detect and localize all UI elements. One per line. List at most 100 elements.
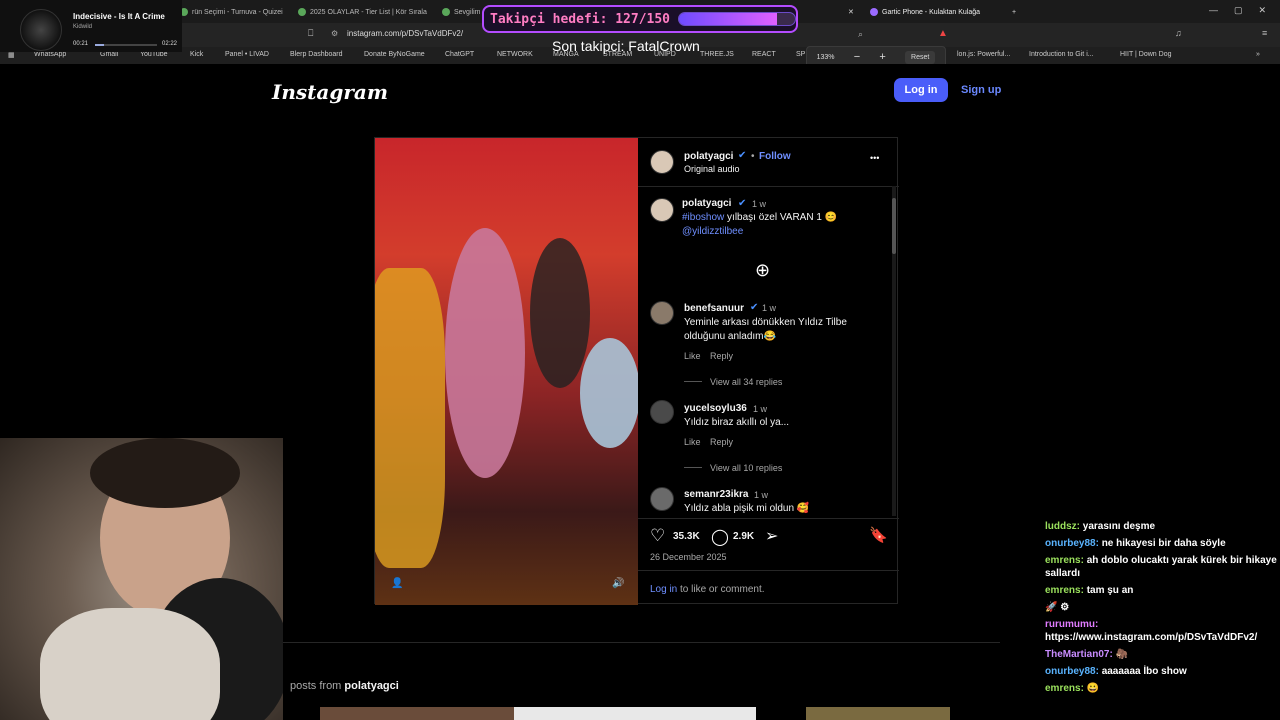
- webcam-feed: [0, 438, 283, 720]
- load-more-comments-icon[interactable]: ⊕: [755, 260, 770, 281]
- new-tab-icon[interactable]: +: [1012, 4, 1022, 20]
- bookmark-item[interactable]: HIIT | Down Dog: [1120, 51, 1172, 58]
- tab-favicon-icon: [870, 8, 878, 16]
- view-replies-button[interactable]: View all 10 replies: [710, 463, 782, 473]
- scrollbar-thumb[interactable]: [892, 198, 896, 254]
- post-video[interactable]: 👤 🔊: [375, 138, 638, 605]
- signup-link[interactable]: Sign up: [961, 84, 1001, 96]
- stream-chat: luddsz: yarasını deşme onurbey88: ne hika…: [1045, 520, 1280, 699]
- chat-user[interactable]: rurumumu:: [1045, 619, 1098, 630]
- brave-rewards-icon[interactable]: ▲: [938, 28, 948, 39]
- bookmark-item[interactable]: Gmail: [100, 51, 118, 58]
- chat-message: emrens: ah doblo olucaktı yarak kürek bi…: [1045, 554, 1280, 580]
- zoom-out-button[interactable]: −: [854, 51, 860, 63]
- webcam-shirt: [40, 608, 220, 720]
- comment-user[interactable]: semanr23ikra: [684, 489, 749, 500]
- zoom-in-button[interactable]: +: [879, 51, 885, 63]
- caption-user[interactable]: polatyagci: [682, 198, 731, 209]
- bookmark-folder[interactable]: SP: [796, 51, 805, 58]
- reply-button[interactable]: Reply: [710, 351, 733, 361]
- save-icon[interactable]: 🔖: [869, 526, 888, 544]
- bookmark-folder[interactable]: REACT: [752, 51, 776, 58]
- post-author[interactable]: polatyagci: [684, 151, 733, 162]
- close-window-icon[interactable]: ✕: [1258, 5, 1266, 16]
- volume-icon[interactable]: 🔊: [612, 578, 624, 589]
- track-artist: Kidwild: [73, 24, 93, 30]
- chat-user[interactable]: emrens:: [1045, 555, 1087, 566]
- thumbnail[interactable]: [320, 707, 514, 720]
- bookmark-item[interactable]: lon.js: Powerful...: [957, 51, 1010, 58]
- bookmark-item[interactable]: WhatsApp: [34, 51, 66, 58]
- view-replies-button[interactable]: View all 34 replies: [710, 377, 782, 387]
- login-button[interactable]: Log in: [894, 78, 948, 102]
- zoom-icon[interactable]: ⌕: [858, 29, 863, 40]
- avatar[interactable]: [650, 400, 674, 424]
- tab-gartic[interactable]: Gartic Phone - Kulaktan Kulağa: [870, 4, 1010, 20]
- bookmark-item[interactable]: ChatGPT: [445, 51, 474, 58]
- apps-icon[interactable]: ▦: [8, 51, 15, 59]
- avatar[interactable]: [650, 150, 674, 174]
- music-icon[interactable]: ♫: [1175, 28, 1182, 38]
- caption-time: 1 w: [752, 199, 767, 209]
- divider: [638, 518, 899, 519]
- bookmark-item[interactable]: Kick: [190, 51, 203, 58]
- like-comment-button[interactable]: Like: [684, 351, 701, 361]
- avatar[interactable]: [650, 301, 674, 325]
- comment-user[interactable]: benefsanuur: [684, 303, 744, 314]
- reply-button[interactable]: Reply: [710, 437, 733, 447]
- bookmark-folder[interactable]: THREE.JS: [700, 51, 734, 58]
- chat-user[interactable]: emrens:: [1045, 585, 1087, 596]
- bookmark-icon[interactable]: ⎕: [308, 28, 313, 39]
- like-comment-button[interactable]: Like: [684, 437, 701, 447]
- chat-message: rurumumu: https://www.instagram.com/p/DS…: [1045, 618, 1280, 644]
- tagged-user-icon[interactable]: 👤: [391, 578, 403, 589]
- site-info-icon[interactable]: ⚙: [331, 29, 338, 38]
- more-posts-user[interactable]: polatyagci: [344, 680, 398, 692]
- tab-tierlist[interactable]: 2025 OLAYLAR - Tier List | Kör Sırala: [298, 4, 428, 20]
- post-sidebar: polatyagci ✔ • Follow Original audio •••…: [638, 138, 899, 605]
- comment-icon[interactable]: ◯: [711, 527, 729, 547]
- chat-user[interactable]: emrens:: [1045, 683, 1087, 694]
- bookmark-item[interactable]: YouTube: [140, 51, 168, 58]
- share-icon[interactable]: ➢: [765, 526, 778, 546]
- mention-link[interactable]: @yildizztilbee: [682, 226, 743, 237]
- post-card: 👤 🔊 polatyagci ✔ • Follow Original audio…: [374, 137, 899, 605]
- chat-user[interactable]: luddsz:: [1045, 521, 1083, 532]
- zoom-reset-button[interactable]: Reset: [905, 50, 936, 64]
- goal-bar-fill: [679, 13, 778, 25]
- comment-user[interactable]: yucelsoylu36: [684, 403, 747, 414]
- maximize-icon[interactable]: ▢: [1234, 5, 1243, 16]
- more-options-icon[interactable]: •••: [870, 153, 879, 163]
- menu-icon[interactable]: ≡: [1262, 28, 1267, 38]
- bookmark-item[interactable]: Donate ByNoGame: [364, 51, 425, 58]
- tab-quiz[interactable]: rün Seçimi - Turnuva - Quizei: [180, 4, 290, 20]
- bookmark-item[interactable]: Introduction to Git i...: [1029, 51, 1094, 58]
- instagram-logo[interactable]: Instagram: [272, 80, 388, 104]
- chat-user[interactable]: onurbey88:: [1045, 538, 1102, 549]
- url-input[interactable]: instagram.com/p/DSvTaVdDFv2/: [347, 29, 463, 38]
- minimize-icon[interactable]: —: [1209, 5, 1218, 16]
- thumbnail[interactable]: [514, 707, 756, 720]
- bookmark-folder[interactable]: NETWORK: [497, 51, 533, 58]
- hashtag-link[interactable]: #iboshow: [682, 212, 724, 223]
- verified-icon: ✔: [738, 198, 747, 209]
- audio-label[interactable]: Original audio: [684, 164, 740, 174]
- avatar[interactable]: [650, 198, 674, 222]
- avatar[interactable]: [650, 487, 674, 511]
- login-link[interactable]: Log in: [650, 584, 677, 595]
- separator-dot: •: [751, 151, 755, 162]
- more-bookmarks-icon[interactable]: »: [1256, 51, 1260, 58]
- comment-text: Yıldız biraz akıllı ol ya...: [684, 417, 790, 428]
- tab-sevgilim[interactable]: Sevgilim: [442, 4, 482, 20]
- chat-user[interactable]: onurbey88:: [1045, 666, 1102, 677]
- comments-scrollbar[interactable]: [892, 186, 896, 516]
- chat-user[interactable]: TheMartian07:: [1045, 649, 1116, 660]
- last-follower: Son takipci: FatalCrown: [552, 38, 700, 54]
- bookmark-item[interactable]: Panel • LIVAD: [225, 51, 269, 58]
- tab-close-icon[interactable]: ✕: [848, 4, 858, 20]
- like-icon[interactable]: ♡: [650, 526, 665, 546]
- follow-button[interactable]: Follow: [759, 151, 791, 162]
- bookmark-item[interactable]: Blerp Dashboard: [290, 51, 343, 58]
- zoom-level: 133%: [816, 53, 835, 61]
- thumbnail[interactable]: [806, 707, 950, 720]
